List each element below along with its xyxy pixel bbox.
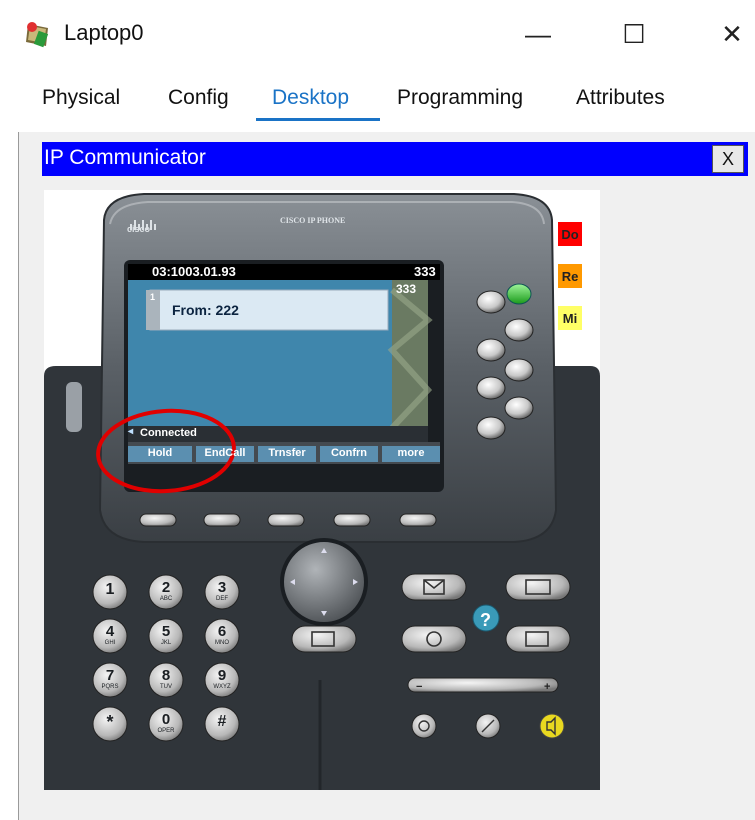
- keypad-key-9[interactable]: 9 WXYZ: [204, 662, 240, 703]
- volume-slider[interactable]: [407, 677, 559, 693]
- keypad-key-star[interactable]: *: [92, 706, 128, 747]
- settings-button[interactable]: [505, 625, 571, 653]
- side-button-do[interactable]: Do: [558, 222, 582, 246]
- softkey-transfer[interactable]: Trnsfer: [258, 447, 316, 459]
- keypad-key-3[interactable]: 3 DEF: [204, 574, 240, 615]
- speaker-status-icon: ◂: [128, 426, 134, 437]
- softkey-hold[interactable]: Hold: [128, 447, 192, 459]
- headset-button[interactable]: [411, 713, 437, 739]
- minimize-button[interactable]: —: [516, 14, 560, 54]
- volume-plus-icon: +: [544, 681, 551, 693]
- softkey-conference[interactable]: Confrn: [320, 447, 378, 459]
- tab-bar: Physical Config Desktop Programming Attr…: [0, 80, 755, 124]
- keypad-key-4[interactable]: 4 GHI: [92, 618, 128, 659]
- line-button-label: 333: [396, 282, 417, 296]
- keypad-key-0[interactable]: 0 OPER: [148, 706, 184, 747]
- cisco-logo-text: cisco: [127, 224, 151, 234]
- keypad-key-hash[interactable]: #: [204, 706, 240, 747]
- side-button-mi[interactable]: Mi: [558, 306, 582, 330]
- tab-attributes[interactable]: Attributes: [576, 86, 665, 110]
- speaker-button[interactable]: [539, 713, 565, 739]
- screen-header-time: 03:1003.01.93: [152, 264, 236, 279]
- keypad-key-2[interactable]: 2 ABC: [148, 574, 184, 615]
- keypad-key-8[interactable]: 8 TUV: [148, 662, 184, 703]
- ip-communicator-titlebar: IP Communicator X: [42, 142, 748, 176]
- ip-communicator-close-button[interactable]: X: [712, 145, 744, 173]
- help-glyph: ?: [480, 610, 491, 630]
- tab-programming[interactable]: Programming: [397, 86, 523, 110]
- call-info: From: 222: [172, 302, 239, 318]
- keypad-key-6[interactable]: 6 MNO: [204, 618, 240, 659]
- keypad-key-1[interactable]: 1: [92, 574, 128, 615]
- maximize-button[interactable]: ☐: [612, 14, 656, 54]
- green-line-button[interactable]: [506, 283, 532, 305]
- services-button[interactable]: [401, 625, 467, 653]
- call-line-number: 1: [150, 292, 156, 302]
- screen-header-line: 333: [414, 264, 436, 279]
- tab-desktop[interactable]: Desktop: [272, 86, 349, 110]
- keypad-key-7[interactable]: 7 PQRS: [92, 662, 128, 703]
- phone-model-label: CISCO IP PHONE: [280, 216, 346, 225]
- laptop-icon: [26, 22, 49, 48]
- close-button[interactable]: ✕: [710, 14, 754, 54]
- active-tab-indicator: [256, 118, 380, 121]
- volume-minus-icon: −: [416, 681, 423, 693]
- side-button-re[interactable]: Re: [558, 264, 582, 288]
- directories-button[interactable]: [505, 573, 571, 601]
- video-button[interactable]: [291, 625, 357, 653]
- softkey-endcall[interactable]: EndCall: [196, 447, 254, 459]
- window-titlebar: Laptop0 — ☐ ✕: [0, 0, 755, 72]
- ip-communicator-title: IP Communicator: [44, 146, 206, 169]
- softkey-more[interactable]: more: [382, 447, 440, 459]
- ip-phone-area: CISCO IP PHONE cisco 03:1003.01.93 333 1…: [44, 190, 600, 790]
- tab-physical[interactable]: Physical: [42, 86, 120, 110]
- window-title: Laptop0: [64, 20, 144, 45]
- tab-config[interactable]: Config: [168, 86, 229, 110]
- keypad-key-5[interactable]: 5 JKL: [148, 618, 184, 659]
- call-status: Connected: [140, 427, 197, 439]
